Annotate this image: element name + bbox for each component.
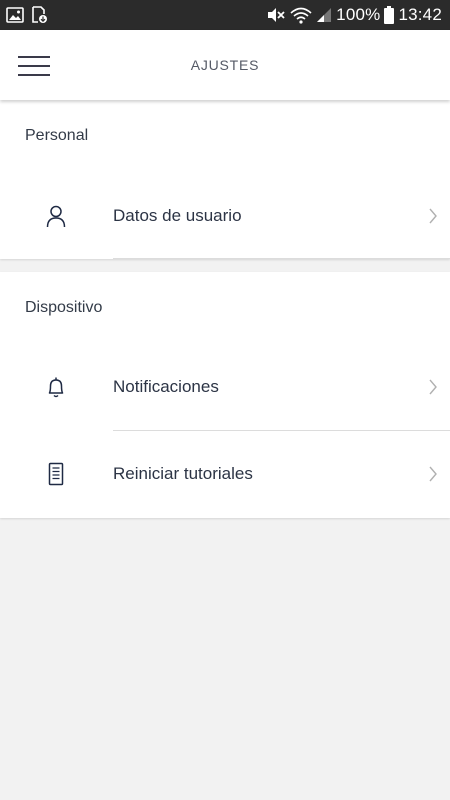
status-right: 100% 13:42 — [266, 5, 442, 25]
personal-section: Personal Datos de usuario — [0, 100, 450, 259]
app-bar: AJUSTES — [0, 30, 450, 100]
settings-screen: 100% 13:42 AJUSTES Personal Datos de usu… — [0, 0, 450, 800]
list-item-notifications[interactable]: Notificaciones — [0, 344, 450, 430]
signal-icon — [316, 7, 332, 23]
list-item-reset-tutorials[interactable]: Reiniciar tutoriales — [0, 431, 450, 517]
section-header-device: Dispositivo — [25, 299, 103, 316]
page-title: AJUSTES — [190, 57, 260, 73]
chevron-right-icon — [428, 466, 438, 482]
clock: 13:42 — [398, 5, 442, 24]
list-item-label: Reiniciar tutoriales — [113, 464, 253, 483]
hamburger-menu-icon[interactable] — [18, 52, 52, 78]
document-icon — [44, 462, 68, 486]
wifi-icon — [290, 6, 312, 24]
status-bar: 100% 13:42 — [0, 0, 450, 30]
list-item-label: Datos de usuario — [113, 206, 242, 225]
chevron-right-icon — [428, 379, 438, 395]
download-icon — [30, 6, 48, 24]
user-icon — [44, 204, 68, 228]
status-left — [6, 6, 48, 24]
bell-icon — [44, 375, 68, 399]
section-header-personal: Personal — [25, 127, 89, 144]
list-item-user-data[interactable]: Datos de usuario — [0, 173, 450, 259]
chevron-right-icon — [428, 208, 438, 224]
image-icon — [6, 7, 24, 23]
battery-percent: 100% — [336, 5, 381, 24]
device-section: Dispositivo Notificaciones Reiniciar tut… — [0, 272, 450, 518]
mute-icon — [266, 6, 286, 24]
list-item-label: Notificaciones — [113, 377, 219, 396]
divider — [113, 258, 450, 259]
battery-icon — [384, 6, 395, 24]
